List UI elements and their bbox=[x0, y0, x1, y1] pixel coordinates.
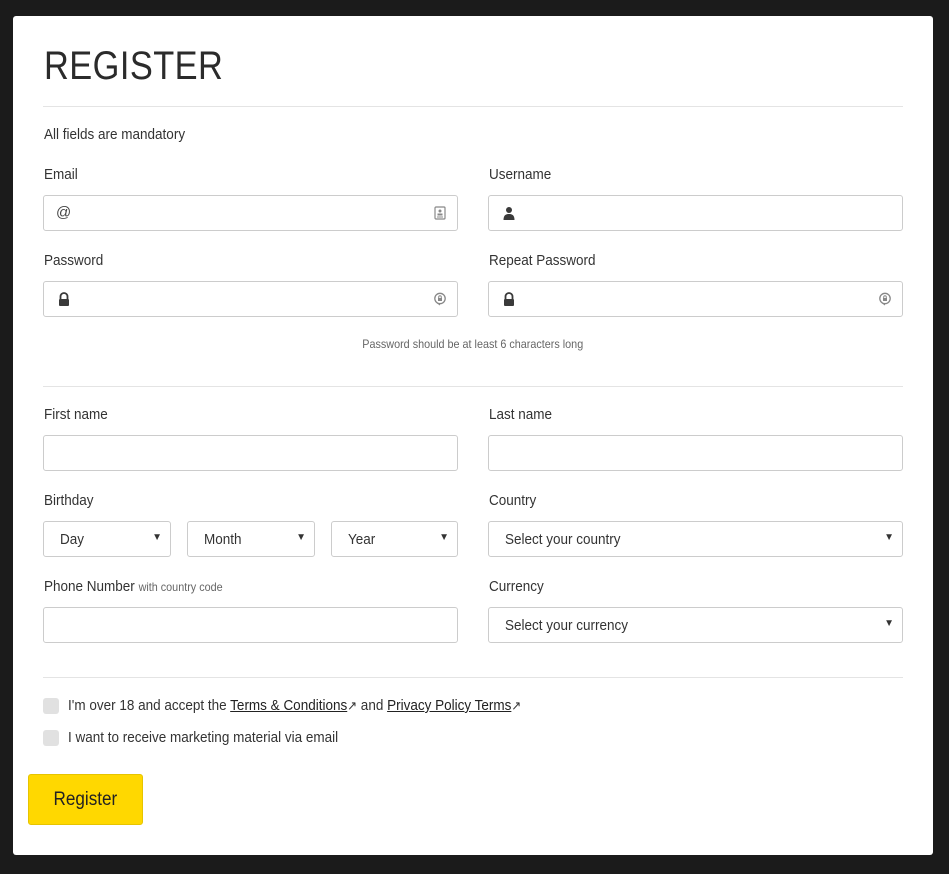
terms-agreement: I'm over 18 and accept the Terms & Condi… bbox=[43, 697, 572, 714]
marketing-label: I want to receive marketing material via… bbox=[68, 729, 339, 746]
register-card: REGISTER All fields are mandatory Email … bbox=[13, 16, 933, 855]
first-name-input[interactable] bbox=[44, 436, 457, 470]
phone-field[interactable] bbox=[43, 607, 458, 643]
email-label: Email bbox=[44, 166, 78, 183]
email-field[interactable]: @ bbox=[43, 195, 458, 231]
password-hint: Password should be at least 6 characters… bbox=[362, 337, 584, 351]
agreements-divider bbox=[43, 677, 903, 678]
birthday-year-select[interactable]: Year ▼ bbox=[331, 521, 458, 557]
chevron-down-icon: ▼ bbox=[296, 532, 306, 543]
country-select[interactable]: Select your country ▼ bbox=[488, 521, 903, 557]
chevron-down-icon: ▼ bbox=[152, 532, 162, 543]
chevron-down-icon: ▼ bbox=[884, 618, 894, 629]
currency-label: Currency bbox=[489, 578, 544, 595]
birthday-day-select[interactable]: Day ▼ bbox=[43, 521, 171, 557]
last-name-label: Last name bbox=[489, 406, 553, 423]
country-label: Country bbox=[489, 492, 537, 509]
chevron-down-icon: ▼ bbox=[884, 532, 894, 543]
password-input[interactable] bbox=[44, 282, 457, 316]
marketing-checkbox[interactable] bbox=[43, 729, 59, 746]
last-name-field[interactable] bbox=[488, 435, 903, 471]
external-link-icon: ↗ bbox=[347, 698, 358, 713]
currency-selected: Select your currency bbox=[505, 617, 629, 634]
password-label: Password bbox=[44, 252, 104, 269]
phone-sublabel: with country code bbox=[138, 580, 223, 594]
chevron-down-icon: ▼ bbox=[439, 532, 449, 543]
country-selected: Select your country bbox=[505, 531, 621, 548]
email-input[interactable] bbox=[44, 196, 457, 230]
terms-conditions-link[interactable]: Terms & Conditions bbox=[230, 697, 347, 714]
repeat-password-label: Repeat Password bbox=[489, 252, 596, 269]
repeat-password-field[interactable] bbox=[488, 281, 903, 317]
last-name-input[interactable] bbox=[489, 436, 902, 470]
day-selected: Day bbox=[60, 531, 85, 548]
header-divider bbox=[43, 106, 903, 107]
repeat-password-input[interactable] bbox=[489, 282, 902, 316]
first-name-label: First name bbox=[44, 406, 108, 423]
privacy-policy-link[interactable]: Privacy Policy Terms bbox=[387, 697, 511, 714]
external-link-icon: ↗ bbox=[511, 698, 522, 713]
year-selected: Year bbox=[348, 531, 376, 548]
password-reveal-icon[interactable] bbox=[878, 292, 892, 306]
marketing-agreement: I want to receive marketing material via… bbox=[43, 729, 368, 746]
section-divider bbox=[43, 386, 903, 387]
mandatory-note: All fields are mandatory bbox=[44, 126, 186, 143]
phone-input[interactable] bbox=[44, 608, 457, 642]
register-button[interactable]: Register bbox=[28, 774, 143, 825]
terms-checkbox[interactable] bbox=[43, 697, 59, 714]
contact-card-icon[interactable] bbox=[433, 206, 447, 220]
password-field[interactable] bbox=[43, 281, 458, 317]
username-label: Username bbox=[489, 166, 552, 183]
username-input[interactable] bbox=[489, 196, 902, 230]
month-selected: Month bbox=[204, 531, 242, 548]
birthday-month-select[interactable]: Month ▼ bbox=[187, 521, 315, 557]
birthday-label: Birthday bbox=[44, 492, 94, 509]
username-field[interactable] bbox=[488, 195, 903, 231]
password-reveal-icon[interactable] bbox=[433, 292, 447, 306]
currency-select[interactable]: Select your currency ▼ bbox=[488, 607, 903, 643]
page-title: REGISTER bbox=[44, 44, 224, 88]
phone-label: Phone Number with country code bbox=[44, 578, 223, 595]
first-name-field[interactable] bbox=[43, 435, 458, 471]
